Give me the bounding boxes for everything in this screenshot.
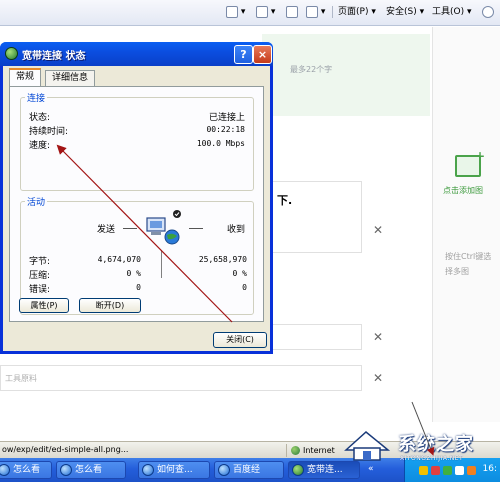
add-image-button[interactable]: 点击添加图 <box>433 145 500 223</box>
rss-icon <box>256 5 268 18</box>
tools-menu-label: 工具(O) <box>432 7 465 17</box>
tray-icon[interactable] <box>455 466 464 475</box>
right-sidebar: 点击添加图 按住Ctrl键选择多图 <box>432 27 500 422</box>
watermark-logo <box>344 431 391 461</box>
received-label: 收到 <box>227 225 246 235</box>
divider-line <box>123 228 137 229</box>
watermark-title: 系统之家 <box>398 434 474 455</box>
tools-menu[interactable]: 工具(O) ▾ <box>432 4 472 20</box>
tab-general[interactable]: 常规 <box>9 68 42 86</box>
taskbar-item-1[interactable]: 怎么看 <box>0 461 52 479</box>
tray-icon[interactable] <box>431 466 440 475</box>
dialog-title-bar[interactable]: 宽带连接 状态 ? × <box>0 42 273 66</box>
help-button[interactable]: ? <box>234 45 253 64</box>
taskbar-item-5[interactable]: 宽带连... <box>288 461 360 479</box>
dialog-title: 宽带连接 状态 <box>22 51 86 62</box>
home-icon <box>226 5 238 18</box>
page-menu-label: 页面(P) <box>338 7 369 17</box>
watermark-subtitle: XITONGZHIJIA.NET <box>400 455 464 462</box>
divider-line <box>189 228 203 229</box>
materials-input[interactable]: 工具原料 <box>0 365 362 391</box>
properties-button[interactable]: 属性(P) <box>19 298 69 313</box>
image-add-icon <box>455 149 485 177</box>
editor-text: 下. <box>277 194 293 207</box>
bytes-label: 字节: <box>29 257 51 267</box>
remove-step-icon[interactable]: ✕ <box>373 223 383 237</box>
taskbar-item-label: 怎么看 <box>13 465 41 475</box>
errors-label: 错误: <box>29 285 51 295</box>
globe-icon <box>291 446 300 455</box>
feeds-button[interactable]: ▾ <box>256 4 275 20</box>
home-button[interactable]: ▾ <box>226 4 245 20</box>
duration-label: 持续时间: <box>29 127 69 137</box>
tab-details[interactable]: 详细信息 <box>45 70 96 86</box>
close-button[interactable]: 关闭(C) <box>213 332 267 348</box>
tray-icon[interactable] <box>419 466 428 475</box>
duration-value: 00:22:18 <box>206 125 245 134</box>
disconnect-button[interactable]: 断开(D) <box>79 298 141 313</box>
connection-group: 连接 状态: 已连接上 持续时间: 00:22:18 速度: 100.0 Mbp… <box>20 91 254 191</box>
taskbar-item-label: 怎么看 <box>75 465 103 475</box>
taskbar-item-2[interactable]: 怎么看 <box>56 461 126 479</box>
tray-icon[interactable] <box>443 466 452 475</box>
general-tab-panel: 连接 状态: 已连接上 持续时间: 00:22:18 速度: 100.0 Mbp… <box>9 86 264 322</box>
print-button[interactable]: ▾ <box>306 4 325 20</box>
title-input-area[interactable] <box>262 34 430 116</box>
errors-sent: 0 <box>136 283 141 292</box>
activity-group-title: 活动 <box>25 195 48 208</box>
browser-command-bar: ▾ ▾ ▾ 页面(P) ▾ 安全(S) ▾ 工具(O) ▾ <box>0 0 500 26</box>
help-menu-button[interactable] <box>482 4 494 20</box>
remove-materials-icon[interactable]: ✕ <box>373 371 383 385</box>
connection-status-dialog: 宽带连接 状态 ? × 常规 详细信息 连接 状态: 已连接上 持续时间: 00… <box>0 42 273 354</box>
mail-icon <box>286 5 298 18</box>
ie-icon <box>60 464 72 476</box>
status-label: 状态: <box>29 113 51 123</box>
bytes-received: 25,658,970 <box>198 255 247 264</box>
taskbar-item-label: 宽带连... <box>307 465 343 475</box>
compression-label: 压缩: <box>29 271 51 281</box>
multi-select-tip: 按住Ctrl键选择多图 <box>445 252 492 276</box>
connection-group-title: 连接 <box>25 91 48 104</box>
toolbar-divider <box>332 6 333 18</box>
sent-label: 发送 <box>97 225 116 235</box>
taskbar-item-3[interactable]: 如何查... <box>138 461 210 479</box>
ie-icon <box>0 464 10 476</box>
remove-field-icon[interactable]: ✕ <box>373 330 383 344</box>
taskbar-item-label: 百度经 <box>233 465 261 475</box>
speed-label: 速度: <box>29 141 51 151</box>
expand-tasks-icon[interactable]: « <box>368 464 374 474</box>
bytes-sent: 4,674,070 <box>97 255 141 264</box>
page-menu[interactable]: 页面(P) ▾ <box>338 4 376 20</box>
status-value: 已连接上 <box>208 113 245 123</box>
taskbar-item-label: 如何查... <box>157 465 193 475</box>
status-url: ow/exp/edit/ed-simple-all.png... <box>2 445 129 454</box>
compression-sent: 0 % <box>126 269 141 278</box>
ie-icon <box>218 464 230 476</box>
taskbar-item-4[interactable]: 百度经 <box>214 461 284 479</box>
ie-icon <box>142 464 154 476</box>
word-limit-hint: 最多22个字 <box>290 65 333 74</box>
read-mail-button[interactable] <box>286 4 298 20</box>
speed-value: 100.0 Mbps <box>196 139 245 148</box>
help-icon <box>482 5 494 18</box>
safety-menu-label: 安全(S) <box>386 7 417 17</box>
printer-icon <box>306 5 318 18</box>
close-window-button[interactable]: × <box>253 45 272 64</box>
compression-received: 0 % <box>232 269 247 278</box>
safety-menu[interactable]: 安全(S) ▾ <box>386 4 424 20</box>
add-image-label: 点击添加图 <box>443 186 483 195</box>
network-activity-icon <box>146 210 181 245</box>
errors-received: 0 <box>242 283 247 292</box>
zone-label: Internet <box>303 446 335 455</box>
network-connection-icon <box>5 47 18 60</box>
tray-icon[interactable] <box>467 466 476 475</box>
network-icon <box>292 464 304 476</box>
materials-placeholder: 工具原料 <box>5 374 37 383</box>
clock[interactable]: 16: <box>483 464 497 474</box>
